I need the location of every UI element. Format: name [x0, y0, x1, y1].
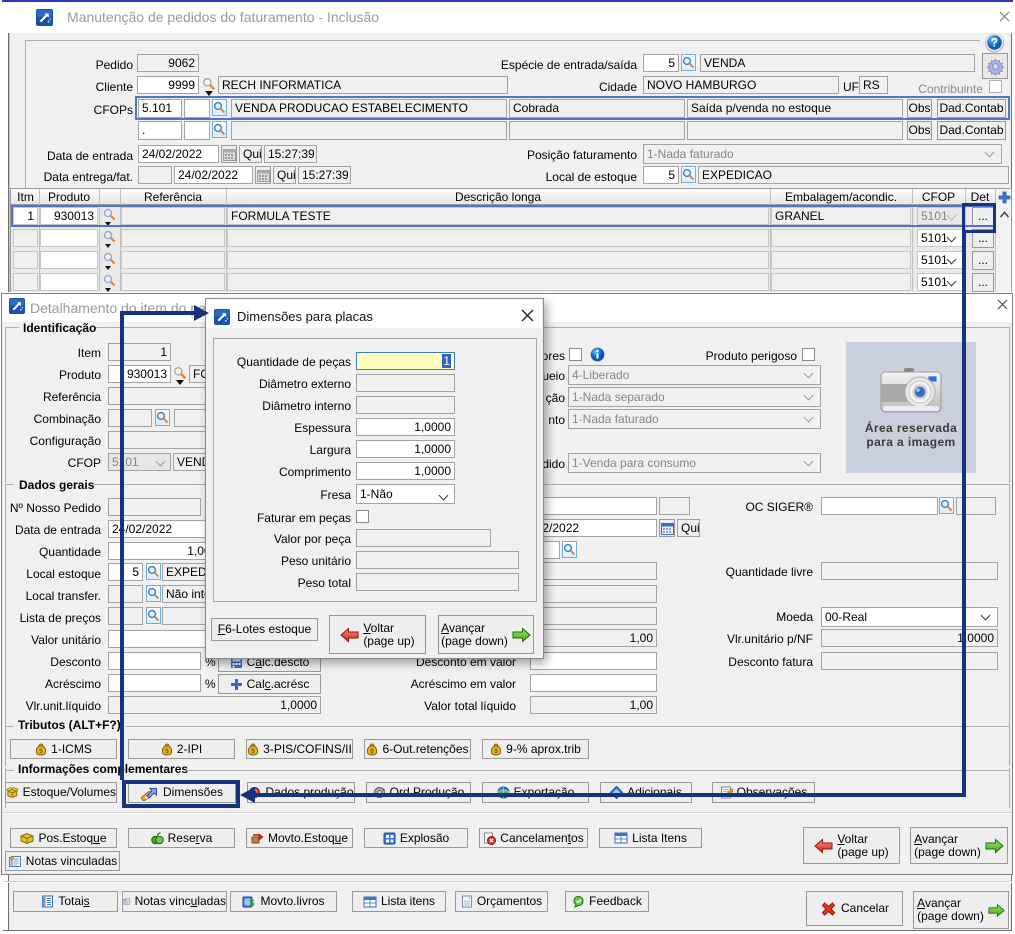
svg-text:$: $: [165, 748, 169, 755]
svg-text:$: $: [251, 748, 255, 755]
svg-text:$: $: [39, 748, 43, 755]
svg-text:?: ?: [991, 38, 998, 50]
svg-text:$: $: [371, 748, 375, 755]
svg-text:$: $: [494, 748, 498, 755]
svg-text:$: $: [250, 898, 255, 908]
